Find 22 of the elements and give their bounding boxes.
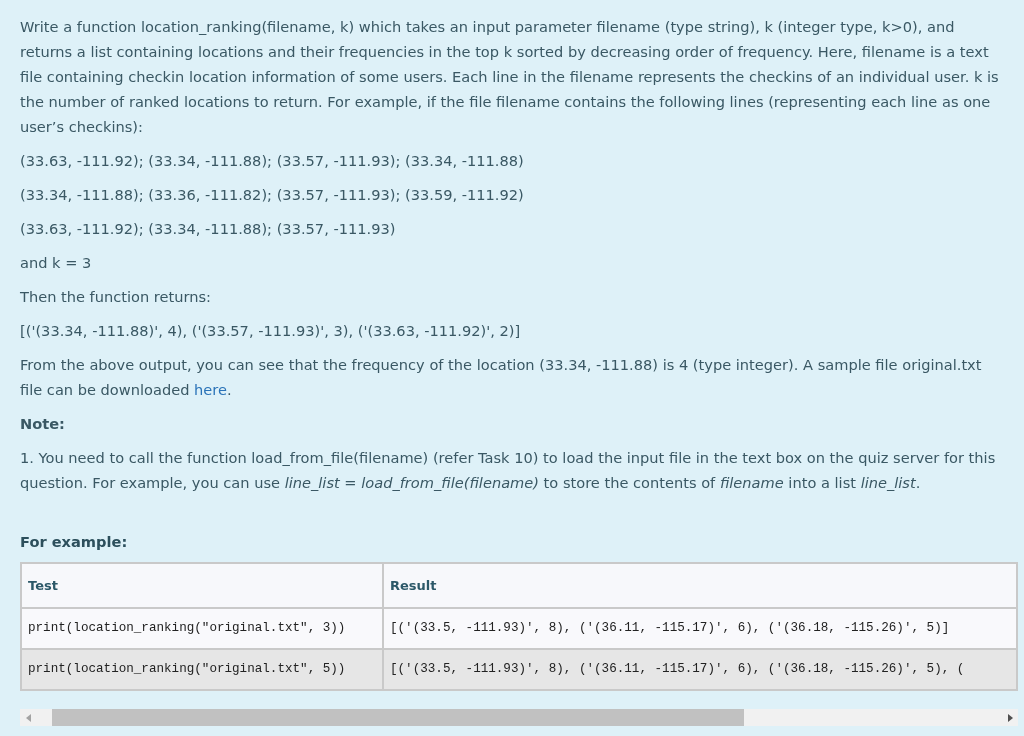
scroll-right-icon[interactable] xyxy=(1007,713,1013,722)
file-line: (33.63, -111.92); (33.34, -111.88); (33.57, -111.93) xyxy=(20,219,397,239)
example-heading: For example: xyxy=(20,532,129,552)
horizontal-scrollbar[interactable] xyxy=(20,709,1018,726)
explanation-text: From the above output, you can see that the frequency of the location (33.34, -111.88) is 4 (type integer). A sample file original.txt file can be downloaded here. xyxy=(20,355,983,400)
file-line: (33.63, -111.92); (33.34, -111.88); (33.57, -111.93); (33.34, -111.88) xyxy=(20,151,525,171)
k-value-text: and k = 3 xyxy=(20,253,93,273)
column-header: Test xyxy=(21,563,383,608)
download-link[interactable]: here xyxy=(194,381,227,398)
table-cell: print(location_ranking("original.txt", 3)) xyxy=(21,608,383,649)
file-line: (33.34, -111.88); (33.36, -111.82); (33.57, -111.93); (33.59, -111.92) xyxy=(20,185,525,205)
output-example: [('(33.34, -111.88)', 4), ('(33.57, -111.93)', 3), ('(33.63, -111.92)', 2)] xyxy=(20,321,522,341)
note-heading: Note: xyxy=(20,414,66,434)
returns-text: Then the function returns: xyxy=(20,287,212,307)
note-text: 1. You need to call the function load_from_file(filename) (refer Task 10) to load the input file in the text box on the quiz server for this question. For example, you can use line_list = load_from_file(filename) to store the contents of filename into a list line_list. xyxy=(20,448,997,493)
table-cell: [('(33.5, -111.93)', 8), ('(36.11, -115.17)', 6), ('(36.18, -115.26)', 5), ( xyxy=(383,649,1017,690)
scroll-left-icon[interactable] xyxy=(25,713,31,722)
scrollbar-thumb[interactable] xyxy=(52,709,744,726)
table-cell: print(location_ranking("original.txt", 5)) xyxy=(21,649,383,690)
column-header: Result xyxy=(383,563,1017,608)
table-cell: [('(33.5, -111.93)', 8), ('(36.11, -115.17)', 6), ('(36.18, -115.26)', 5)] xyxy=(383,608,1017,649)
task-description: Write a function location_ranking(filename, k) which takes an input parameter filename (type string), k (integer type, k>0), and returns a list containing locations and their frequencies in the top k sorted by decreasing order of frequency. Here, filename is a text file containing checkin location information of some users. Each line in the filename represents the checkins of an individual user. k is the number of ranked locations to return. For example, if the file filename contains the following lines (representing each line as one user’s checkins): xyxy=(20,17,1000,137)
